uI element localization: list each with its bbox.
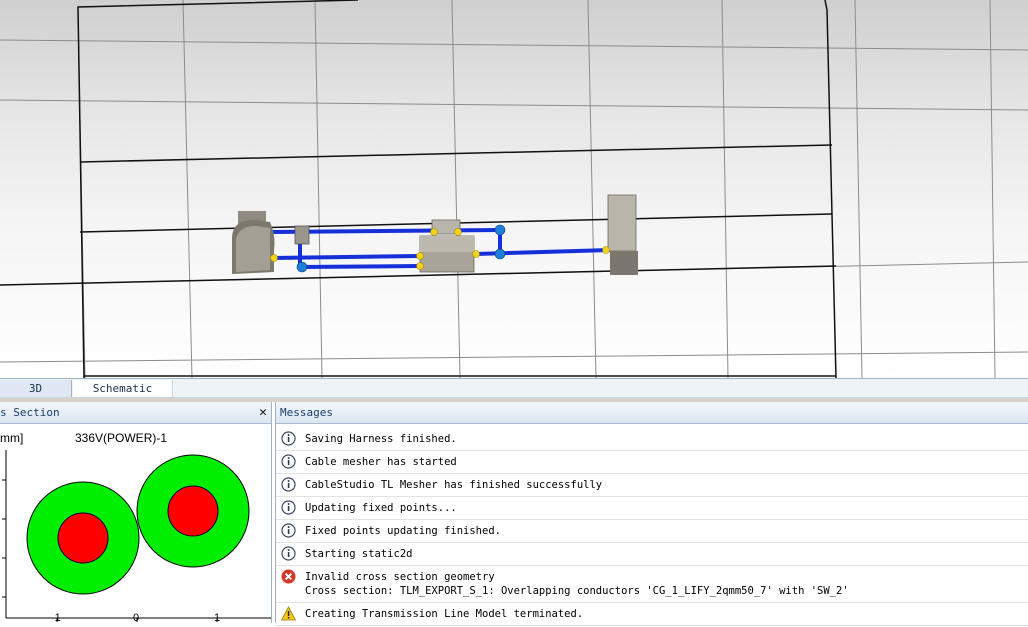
close-icon[interactable]: ✕ [259,402,267,424]
warning-icon [281,606,296,621]
cross-section-title-bar: s Section ✕ [0,402,271,424]
unit-label: mm] [0,431,23,445]
info-icon [281,477,296,492]
info-icon [281,431,296,446]
cable-name-label: 336V(POWER)-1 [75,431,167,445]
message-row[interactable]: Updating fixed points... [276,497,1028,520]
bounding-box [0,0,837,378]
floor-grid [0,0,1028,378]
view-tab-bar: 3D Schematic [0,378,1028,398]
info-icon [281,500,296,515]
cross-section-panel: s Section ✕ mm] 336V(POWER)-1 -1 0 1 [0,402,272,624]
messages-title-bar: Messages [276,402,1028,424]
connector-left[interactable] [232,211,275,274]
message-text: Cable mesher has started [305,456,457,468]
message-row[interactable]: Cable mesher has started [276,451,1028,474]
x-tick-label: 1 [214,612,221,624]
error-icon [281,569,296,584]
cross-section-svg: mm] 336V(POWER)-1 [0,431,271,622]
conductor-right[interactable] [136,454,250,568]
info-icon [281,454,296,469]
splice-component[interactable] [294,225,310,245]
message-text: Fixed points updating finished. [305,525,501,537]
message-list[interactable]: Saving Harness finished. Cable mesher ha… [276,428,1028,626]
harness-3d-scene[interactable] [0,0,1028,378]
messages-title: Messages [280,406,333,419]
cross-section-title: s Section [0,406,60,419]
x-tick-label: -1 [51,612,61,624]
message-text: Saving Harness finished. [305,433,457,445]
message-text: CableStudio TL Mesher has finished succe… [305,479,603,491]
message-text: Updating fixed points... [305,502,457,514]
info-icon [281,546,296,561]
tab-schematic[interactable]: Schematic [73,380,173,397]
message-text: Invalid cross section geometry [305,571,495,583]
message-row[interactable]: Saving Harness finished. [276,428,1028,451]
message-text-block: Invalid cross section geometry Cross sec… [305,570,849,598]
message-row[interactable]: Starting static2d [276,543,1028,566]
message-row-error[interactable]: Invalid cross section geometry Cross sec… [276,566,1028,603]
message-row[interactable]: Fixed points updating finished. [276,520,1028,543]
tab-3d[interactable]: 3D [0,380,72,397]
messages-panel: Messages Saving Harness finished. Cable … [275,402,1028,626]
connector-middle[interactable] [419,219,475,273]
message-text: Starting static2d [305,548,413,560]
x-tick-label: 0 [133,612,140,624]
message-text: Creating Transmission Line Model termina… [305,608,584,620]
message-row[interactable]: CableStudio TL Mesher has finished succe… [276,474,1028,497]
connector-right[interactable] [607,194,638,275]
cross-section-plot: mm] 336V(POWER)-1 [0,425,271,623]
conductor-left[interactable] [26,481,140,595]
message-detail: Cross section: TLM_EXPORT_S_1: Overlappi… [305,585,849,597]
info-icon [281,523,296,538]
3d-viewport[interactable] [0,0,1028,378]
